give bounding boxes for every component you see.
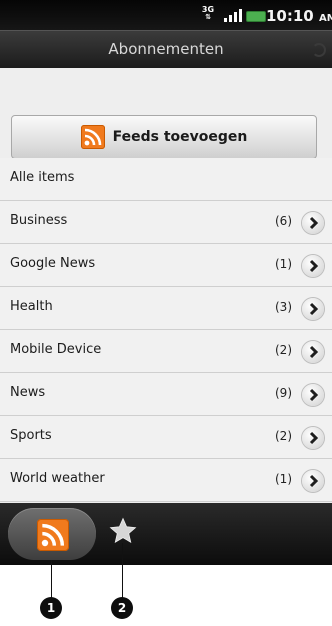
phone-screen: 3G ⇅ 10:10 AM Abonnementen Feeds toevoeg…: [0, 0, 332, 565]
network-indicator: 3G ⇅: [201, 6, 215, 24]
tab-subscriptions[interactable]: [8, 508, 96, 560]
feed-name: Google News: [10, 256, 96, 271]
feed-count: (1): [275, 257, 292, 271]
clock-time: 10:10: [266, 7, 314, 25]
star-icon[interactable]: [108, 516, 138, 546]
rss-icon: [37, 519, 69, 551]
chevron-right-icon[interactable]: [302, 255, 324, 277]
title-bar: Abonnementen: [0, 30, 332, 68]
chevron-right-icon[interactable]: [302, 212, 324, 234]
add-feeds-button[interactable]: Feeds toevoegen: [11, 115, 317, 159]
sync-icon: [312, 43, 326, 57]
chevron-right-icon[interactable]: [302, 384, 324, 406]
feed-count: (1): [275, 472, 292, 486]
feed-count: (2): [275, 343, 292, 357]
feed-name: Health: [10, 299, 53, 314]
callout-line-2: [122, 543, 123, 598]
all-items-row[interactable]: Alle items: [0, 158, 332, 201]
signal-icon: [224, 9, 242, 22]
clock-ampm: AM: [318, 13, 332, 24]
callout-badge-2: 2: [111, 597, 133, 619]
list-item[interactable]: Health (3): [0, 287, 332, 330]
data-arrows-icon: ⇅: [205, 13, 211, 21]
rss-icon: [80, 125, 105, 149]
chevron-right-icon[interactable]: [302, 470, 324, 492]
list-item[interactable]: Business (6): [0, 201, 332, 244]
callout-badge-1: 1: [40, 597, 62, 619]
feed-count: (3): [275, 300, 292, 314]
feed-name: Mobile Device: [10, 342, 102, 357]
add-feeds-label: Feeds toevoegen: [112, 129, 248, 145]
battery-icon: [246, 11, 266, 22]
callout-line-1: [51, 560, 52, 598]
feed-name: World weather: [10, 471, 105, 486]
feed-name: News: [10, 385, 46, 400]
page-title: Abonnementen: [108, 40, 224, 58]
list-item[interactable]: Sports (2): [0, 416, 332, 459]
feed-count: (9): [275, 386, 292, 400]
list-item[interactable]: Mobile Device (2): [0, 330, 332, 373]
feed-name: Sports: [10, 428, 52, 443]
status-bar: 3G ⇅ 10:10 AM: [0, 0, 332, 30]
feed-count: (2): [275, 429, 292, 443]
content-area: Feeds toevoegen Alle items Business (6) …: [0, 68, 332, 503]
feed-count: (6): [275, 214, 292, 228]
list-item[interactable]: News (9): [0, 373, 332, 416]
clock: 10:10 AM: [266, 7, 332, 25]
all-items-label: Alle items: [10, 170, 75, 185]
list-item[interactable]: Google News (1): [0, 244, 332, 287]
chevron-right-icon[interactable]: [302, 341, 324, 363]
feed-name: Business: [10, 213, 68, 228]
chevron-right-icon[interactable]: [302, 427, 324, 449]
list-item[interactable]: World weather (1): [0, 459, 332, 502]
chevron-right-icon[interactable]: [302, 298, 324, 320]
bottom-tab-bar: [0, 503, 332, 565]
